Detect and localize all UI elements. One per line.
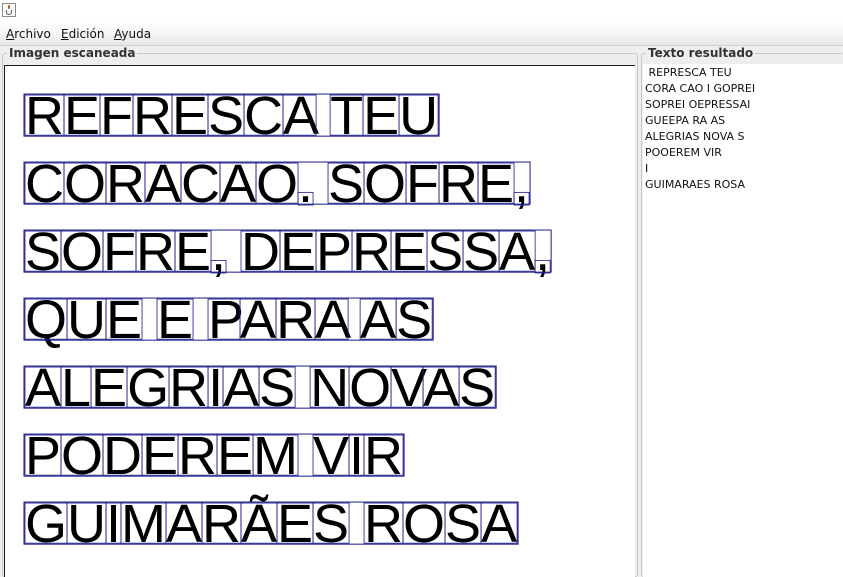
scanned-text-line: ALEGRIAS NOVAS <box>23 358 497 418</box>
result-text-area[interactable]: REPRESCA TEU CORA CAO I GOPREI SOPREI OE… <box>643 64 843 577</box>
scanned-text-line: SOFRE, DEPRESSA, <box>23 222 552 282</box>
scanned-text-line: REFRESCA TEU <box>23 86 440 146</box>
result-line: POOEREM VIR <box>645 146 722 159</box>
scanned-text-line: CORACAO. SOFRE, <box>23 154 531 214</box>
result-line: ALEGRIAS NOVA S <box>645 130 745 143</box>
result-line: GUEEPA RA AS <box>645 114 726 127</box>
scanned-image-title: Imagen escaneada <box>9 46 136 60</box>
menu-archivo[interactable]: Archivo <box>6 27 51 41</box>
menu-edicion[interactable]: Edición <box>61 27 104 41</box>
result-line: GUIMARAES ROSA <box>645 178 745 191</box>
scanned-text-line: PODEREM VIR <box>23 426 405 486</box>
menu-ayuda[interactable]: Ayuda <box>114 27 151 41</box>
title-bar <box>0 0 843 22</box>
result-text-title: Texto resultado <box>648 46 754 60</box>
java-app-icon[interactable] <box>2 3 16 17</box>
result-line: SOPREI OEPRESSAI <box>645 98 751 111</box>
result-line: I <box>645 162 649 175</box>
scanned-image-viewport[interactable]: REFRESCA TEU CORACAO. SOFRE, SOFRE, DEPRES… <box>4 65 635 577</box>
scanned-text-line: GUIMARÃES ROSA <box>23 494 519 554</box>
menu-bar: Archivo Edición Ayuda <box>0 22 843 46</box>
scanned-text-line: QUE E PARA AS <box>23 290 434 350</box>
result-line: CORA CAO I GOPREI <box>645 82 756 95</box>
scanned-image: REFRESCA TEU CORACAO. SOFRE, SOFRE, DEPRES… <box>23 86 552 554</box>
result-line: REPRESCA TEU <box>645 66 732 79</box>
